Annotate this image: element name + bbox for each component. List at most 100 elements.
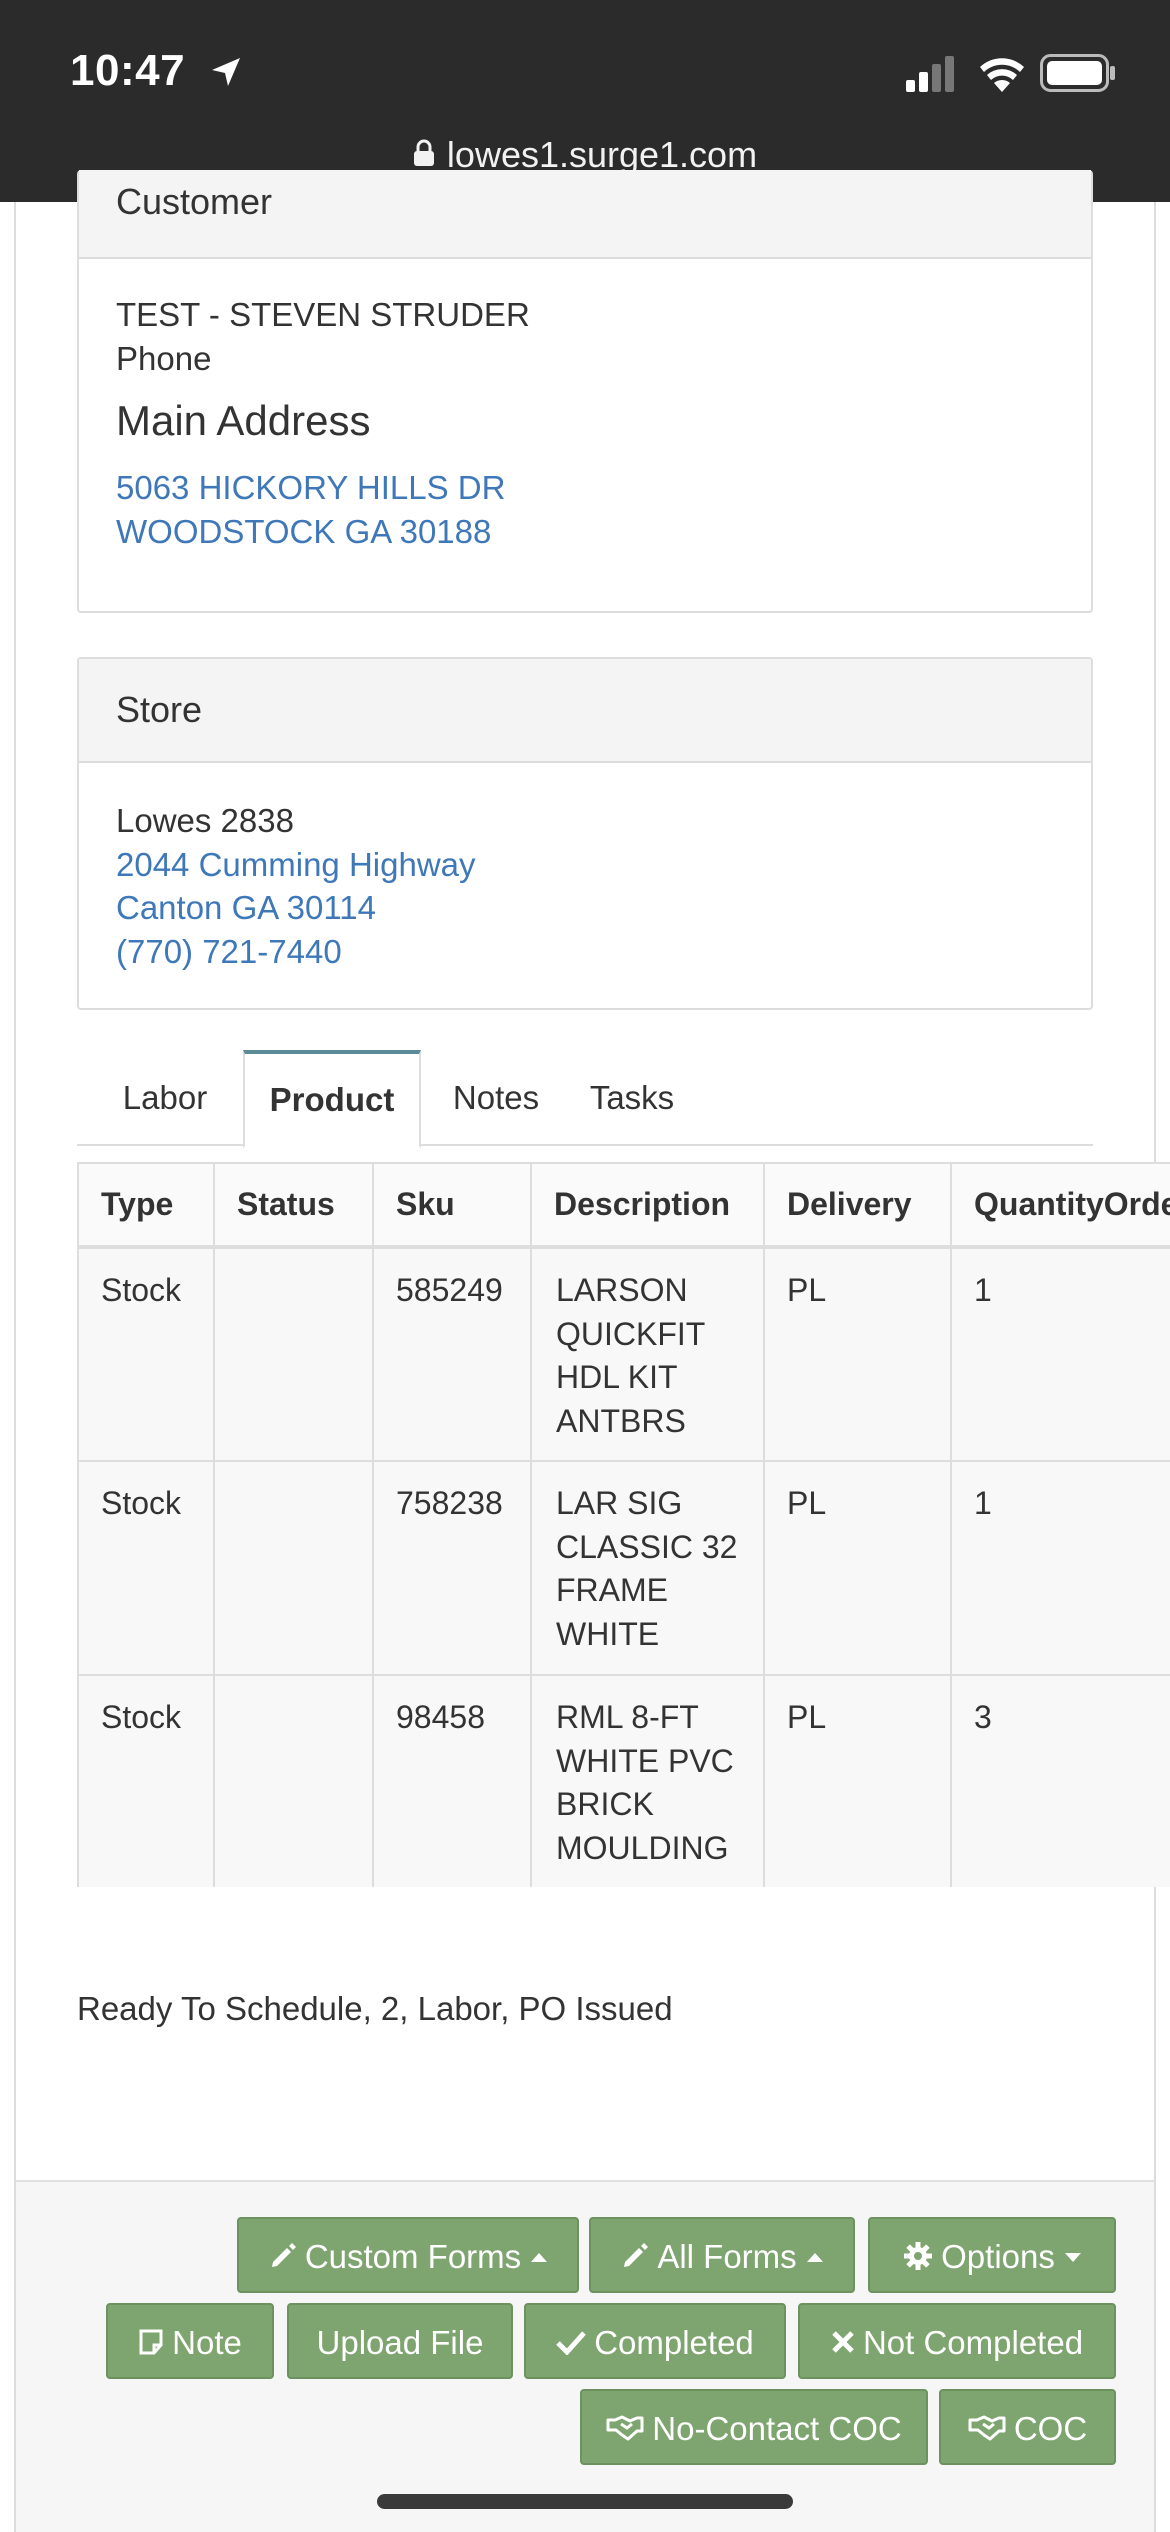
tab-notes[interactable]: Notes xyxy=(423,1050,569,1146)
caret-up-icon xyxy=(806,2252,823,2262)
description-line: CLASSIC 32 xyxy=(556,1528,738,1565)
cell-status xyxy=(213,1674,374,1887)
col-type: Type xyxy=(77,1162,215,1249)
store-panel: Store Lowes 2838 2044 Cumming Highway Ca… xyxy=(77,657,1093,1010)
table-row: Stock 758238 LAR SIG CLASSIC 32 FRAME WH… xyxy=(77,1460,1170,1676)
customer-name: TEST - STEVEN STRUDER xyxy=(116,296,530,333)
cell-quantity: 1 xyxy=(950,1460,1170,1676)
check-icon xyxy=(556,2331,587,2356)
customer-panel: Customer TEST - STEVEN STRUDER Phone Mai… xyxy=(77,170,1093,613)
note-button[interactable]: Note xyxy=(106,2303,274,2379)
description-line: BRICK xyxy=(556,1786,654,1822)
customer-panel-heading: Customer xyxy=(79,170,1091,259)
cell-type: Stock xyxy=(77,1460,215,1676)
not-completed-label: Not Completed xyxy=(862,2324,1084,2361)
cell-sku: 98458 xyxy=(372,1674,532,1887)
store-heading: Store xyxy=(116,689,203,730)
table-row: Stock 98458 RML 8-FT WHITE PVC BRICK MOU… xyxy=(77,1674,1170,1887)
cell-status xyxy=(213,1246,374,1462)
customer-address-line1[interactable]: 5063 HICKORY HILLS DR xyxy=(116,466,1091,510)
tab-product[interactable]: Product xyxy=(243,1050,421,1148)
cell-sku: 758238 xyxy=(372,1460,532,1676)
completed-label: Completed xyxy=(594,2324,754,2361)
cell-sku: 585249 xyxy=(372,1246,532,1462)
customer-panel-body: TEST - STEVEN STRUDER Phone Main Address… xyxy=(79,259,1091,553)
col-description: Description xyxy=(530,1162,765,1249)
address-heading: Main Address xyxy=(116,397,371,444)
cell-status xyxy=(213,1460,374,1676)
not-completed-button[interactable]: Not Completed xyxy=(798,2303,1116,2379)
description-line: LAR SIG xyxy=(556,1485,683,1521)
cell-quantity: 1 xyxy=(950,1246,1170,1462)
col-status: Status xyxy=(213,1162,374,1249)
all-forms-label: All Forms xyxy=(657,2238,797,2275)
gear-icon xyxy=(904,2242,933,2271)
description-line: WHITE xyxy=(556,1615,660,1652)
coc-label: COC xyxy=(1013,2410,1088,2447)
coc-button[interactable]: COC xyxy=(939,2389,1116,2465)
tab-tasks[interactable]: Tasks xyxy=(569,1050,695,1146)
cell-description: RML 8-FT WHITE PVC BRICK MOULDING xyxy=(530,1674,765,1887)
product-table: Type Status Sku Description Delivery Qua… xyxy=(77,1162,1170,1887)
description-line: WHITE PVC xyxy=(556,1742,734,1779)
tab-labor[interactable]: Labor xyxy=(85,1050,245,1146)
custom-forms-button[interactable]: Custom Forms xyxy=(237,2217,579,2293)
product-table-scroll[interactable]: Type Status Sku Description Delivery Qua… xyxy=(77,1162,1170,1887)
col-quantity-ordered: QuantityOrdered xyxy=(950,1162,1170,1249)
all-forms-button[interactable]: All Forms xyxy=(589,2217,855,2293)
store-address-line1[interactable]: 2044 Cumming Highway xyxy=(116,843,1091,887)
customer-phone-label: Phone xyxy=(116,339,212,377)
pencil-icon xyxy=(271,2243,296,2268)
upload-file-label: Upload File xyxy=(316,2324,484,2361)
description-line: MOULDING xyxy=(556,1829,729,1866)
cell-delivery: PL xyxy=(763,1674,952,1887)
lock-icon xyxy=(413,140,434,167)
pencil-icon xyxy=(624,2243,649,2268)
store-name: Lowes 2838 xyxy=(116,802,294,839)
no-contact-coc-label: No-Contact COC xyxy=(652,2410,902,2447)
cell-description: LAR SIG CLASSIC 32 FRAME WHITE xyxy=(530,1460,765,1676)
job-status-summary: Ready To Schedule, 2, Labor, PO Issued xyxy=(77,1990,673,2027)
caret-up-icon xyxy=(531,2252,548,2262)
customer-heading: Customer xyxy=(116,181,273,222)
store-panel-body: Lowes 2838 2044 Cumming Highway Canton G… xyxy=(79,763,1091,973)
location-arrow-icon xyxy=(212,58,240,86)
store-phone[interactable]: (770) 721-7440 xyxy=(116,930,1091,974)
battery-icon xyxy=(1040,54,1115,92)
cell-description: LARSON QUICKFIT HDL KIT ANTBRS xyxy=(530,1246,765,1462)
cell-type: Stock xyxy=(77,1674,215,1887)
handshake-icon xyxy=(606,2415,644,2441)
note-icon xyxy=(139,2329,163,2355)
cell-type: Stock xyxy=(77,1246,215,1462)
signal-icon xyxy=(906,56,954,92)
caret-down-icon xyxy=(1064,2252,1081,2262)
x-icon xyxy=(832,2331,854,2354)
note-label: Note xyxy=(172,2324,242,2361)
store-address-line2[interactable]: Canton GA 30114 xyxy=(116,886,1091,930)
table-header-row: Type Status Sku Description Delivery Qua… xyxy=(77,1162,1170,1249)
customer-address-line2[interactable]: WOODSTOCK GA 30188 xyxy=(116,510,1091,554)
home-indicator[interactable] xyxy=(377,2494,793,2509)
options-button[interactable]: Options xyxy=(868,2217,1116,2293)
description-line: LARSON xyxy=(556,1272,688,1308)
wifi-icon xyxy=(980,58,1024,92)
description-line: FRAME xyxy=(556,1572,668,1608)
no-contact-coc-button[interactable]: No-Contact COC xyxy=(580,2389,928,2465)
cell-delivery: PL xyxy=(763,1246,952,1462)
custom-forms-label: Custom Forms xyxy=(304,2238,522,2275)
description-line: ANTBRS xyxy=(556,1402,686,1439)
detail-tabs: Labor Product Notes Tasks xyxy=(77,1050,1093,1148)
col-sku: Sku xyxy=(372,1162,532,1249)
action-bar: Custom Forms All Forms Options Note Uplo… xyxy=(14,2180,1156,2532)
status-time: 10:47 xyxy=(70,46,186,95)
upload-file-button[interactable]: Upload File xyxy=(287,2303,513,2379)
completed-button[interactable]: Completed xyxy=(524,2303,786,2379)
description-line: QUICKFIT xyxy=(556,1315,706,1352)
col-delivery: Delivery xyxy=(763,1162,952,1249)
store-panel-heading: Store xyxy=(79,659,1091,763)
description-line: HDL KIT xyxy=(556,1359,678,1395)
table-row: Stock 585249 LARSON QUICKFIT HDL KIT ANT… xyxy=(77,1246,1170,1462)
cell-quantity: 3 xyxy=(950,1674,1170,1887)
description-line: RML 8-FT xyxy=(556,1699,699,1735)
url-text: lowes1.surge1.com xyxy=(446,134,758,175)
